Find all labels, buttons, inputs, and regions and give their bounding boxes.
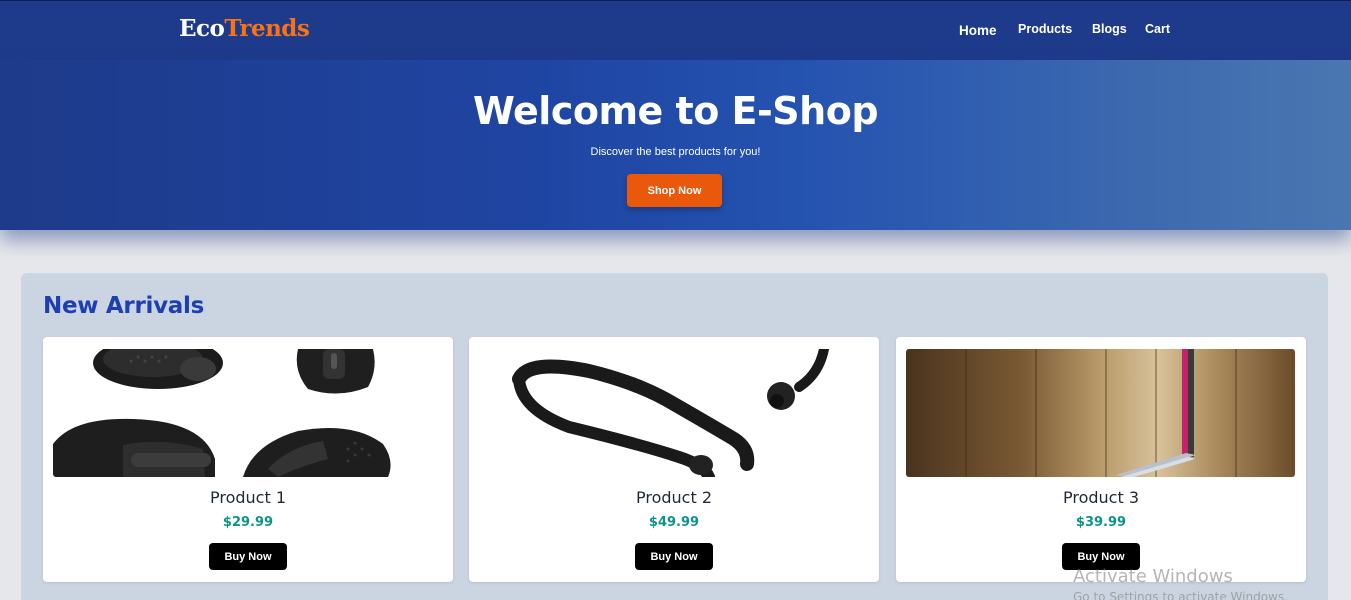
section-title: New Arrivals xyxy=(43,293,204,319)
nav-link-home[interactable]: Home xyxy=(959,23,997,38)
nav-link-products[interactable]: Products xyxy=(1018,22,1072,36)
product-price: $49.99 xyxy=(648,515,700,530)
brand-logo[interactable]: EcoTrends xyxy=(179,15,310,42)
computer-mouse-image[interactable] xyxy=(53,349,442,477)
product-price: $39.99 xyxy=(1075,515,1127,530)
buy-now-button[interactable]: Buy Now xyxy=(209,543,287,570)
product-card: Product 2 $49.99 Buy Now xyxy=(469,337,879,582)
activate-windows-subtext: Go to Settings to activate Windows. xyxy=(1073,590,1288,600)
nav-link-cart[interactable]: Cart xyxy=(1145,22,1170,36)
buy-now-button[interactable]: Buy Now xyxy=(635,543,713,570)
hero-subtitle: Discover the best products for you! xyxy=(590,146,761,158)
product-name: Product 3 xyxy=(1062,488,1139,507)
laptop-image[interactable] xyxy=(906,349,1295,477)
activate-windows-watermark: Activate Windows xyxy=(1073,566,1233,587)
product-name: Product 1 xyxy=(209,488,286,507)
navbar: EcoTrends Home Products Blogs Cart xyxy=(0,0,1351,60)
nav-link-blogs[interactable]: Blogs xyxy=(1092,22,1127,36)
hero-banner: Welcome to E-Shop Discover the best prod… xyxy=(0,60,1351,230)
product-card: Product 1 $29.99 Buy Now xyxy=(43,337,453,582)
product-card: Product 3 $39.99 Buy Now xyxy=(896,337,1306,582)
product-price: $29.99 xyxy=(222,515,274,530)
headphones-image[interactable] xyxy=(479,349,868,477)
new-arrivals-section: New Arrivals Product 1 $29.99 Buy Now Pr… xyxy=(21,273,1328,600)
brand-logo-part1: Eco xyxy=(179,15,225,42)
brand-logo-part2: Trends xyxy=(224,15,310,42)
product-name: Product 2 xyxy=(635,488,712,507)
shop-now-button[interactable]: Shop Now xyxy=(627,174,722,207)
hero-title: Welcome to E-Shop xyxy=(472,89,879,133)
